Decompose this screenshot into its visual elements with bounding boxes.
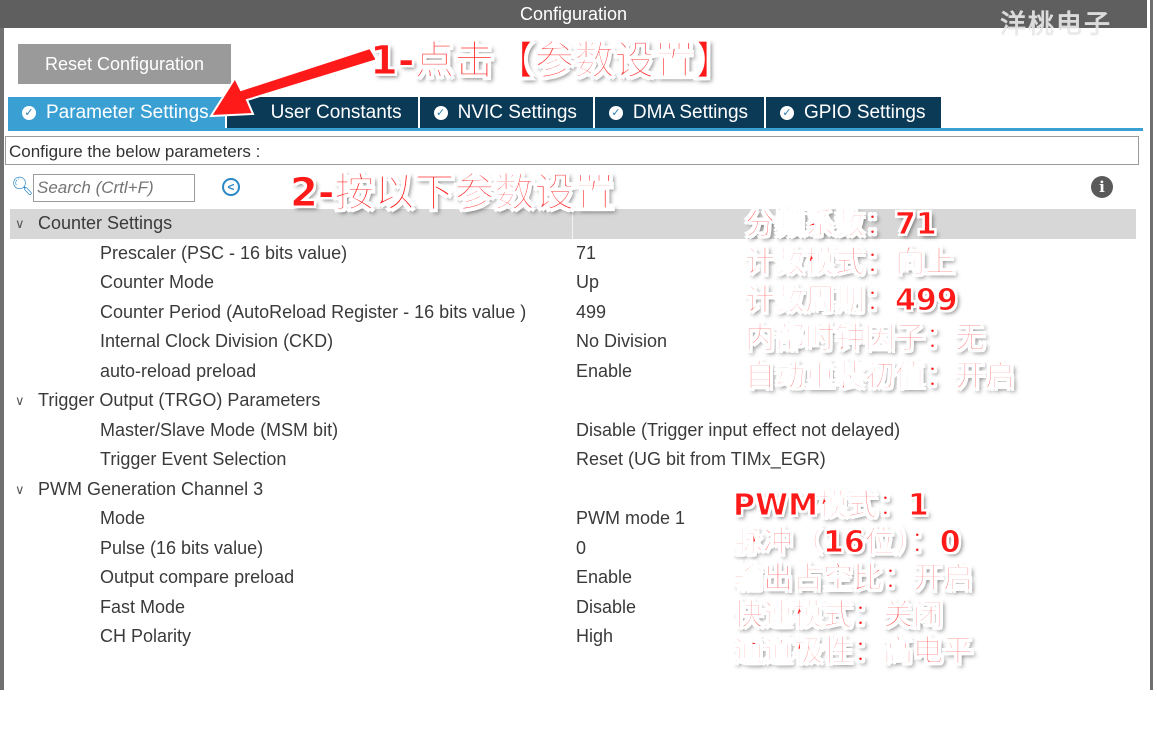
param-value[interactable]: Up <box>576 268 599 298</box>
param-value[interactable]: Enable <box>576 563 632 593</box>
param-value[interactable]: Disable <box>576 593 636 623</box>
param-name: Internal Clock Division (CKD) <box>100 331 334 351</box>
param-value[interactable]: Reset (UG bit from TIMx_EGR) <box>576 445 826 475</box>
watermark: 洋桃电子 <box>1000 10 1113 40</box>
param-name: auto-reload preload <box>100 360 257 381</box>
param-name: Output compare preload <box>100 567 295 587</box>
param-name: Trigger Event Selection <box>100 449 287 469</box>
group-title: Trigger Output (TRGO) Parameters <box>38 390 321 410</box>
group-title: Counter Settings <box>38 213 173 233</box>
param-row[interactable]: Trigger Event Selection Reset (UG bit fr… <box>10 445 1136 475</box>
annotation-pwm-notes: PWM模式：1 脉冲（16位）：0 输出占空比：开启 快速模式：关闭 通道极性：… <box>733 488 974 671</box>
annotation-line: PWM模式：1 <box>733 488 930 524</box>
annotation-line: 分频系数：71 <box>745 207 938 243</box>
annotation-line: 自动重装初值：开启 <box>745 359 1016 395</box>
reset-configuration-button[interactable]: Reset Configuration <box>18 44 231 84</box>
param-value[interactable]: Disable (Trigger input effect not delaye… <box>576 416 900 446</box>
param-name: Pulse (16 bits value) <box>100 537 264 558</box>
tab-label: NVIC Settings <box>457 102 577 123</box>
window-border <box>0 28 4 690</box>
param-name: CH Polarity <box>100 626 192 646</box>
param-name: Counter Mode <box>100 272 215 292</box>
param-value[interactable]: No Division <box>576 327 667 357</box>
annotation-line: 快速模式：关闭 <box>733 597 944 633</box>
param-value[interactable]: High <box>576 622 613 652</box>
annotation-step-1: 1-点击【参数设置】 <box>369 38 735 85</box>
annotation-line: 计数周期：499 <box>745 283 959 319</box>
tab-dma-settings[interactable]: ✓ DMA Settings <box>594 97 765 129</box>
annotation-line: 通道极性：高电平 <box>733 634 974 670</box>
tab-nvic-settings[interactable]: ✓ NVIC Settings <box>419 97 593 129</box>
annotation-step-2: 2-按以下参数设置 <box>289 170 615 217</box>
annotation-line: 输出占空比：开启 <box>733 561 974 597</box>
check-circle-icon: ✓ <box>22 106 36 120</box>
window-title: Configuration <box>0 0 1147 28</box>
search-icon: 🔍︎ <box>11 176 34 196</box>
param-row[interactable]: Master/Slave Mode (MSM bit) Disable (Tri… <box>10 416 1136 446</box>
group-title: PWM Generation Channel 3 <box>38 478 264 499</box>
param-name: Mode <box>100 508 146 528</box>
check-circle-icon: ✓ <box>608 106 623 120</box>
chevron-down-icon[interactable]: ∨ <box>15 475 25 505</box>
search-input[interactable] <box>33 174 195 202</box>
tab-label: DMA Settings <box>632 102 749 123</box>
chevron-down-icon[interactable]: ∨ <box>15 209 25 239</box>
check-circle-icon: ✓ <box>433 106 448 120</box>
chevron-down-icon[interactable]: ∨ <box>15 386 25 416</box>
tab-label: Parameter Settings <box>46 102 209 123</box>
param-name: Master/Slave Mode (MSM bit) <box>100 419 339 440</box>
arrow-pointer-icon <box>209 46 375 118</box>
annotation-counter-notes: 分频系数：71 计数模式：向上 计数周期：499 内部时钟因子：无 自动重装初值… <box>745 206 1016 396</box>
info-icon[interactable]: i <box>1091 176 1113 198</box>
param-name: Counter Period (AutoReload Register - 16… <box>100 301 527 322</box>
tab-label: GPIO Settings <box>804 102 926 123</box>
tab-parameter-settings[interactable]: ✓ Parameter Settings <box>8 97 225 129</box>
tab-gpio-settings[interactable]: ✓ GPIO Settings <box>766 97 942 129</box>
navigate-back-icon[interactable]: < <box>222 178 240 196</box>
param-value[interactable]: PWM mode 1 <box>576 504 685 534</box>
annotation-line: 内部时钟因子：无 <box>745 321 986 357</box>
param-name: Prescaler (PSC - 16 bits value) <box>100 242 348 263</box>
param-name: Fast Mode <box>100 596 186 617</box>
param-value[interactable]: Enable <box>576 357 632 387</box>
annotation-line: 计数模式：向上 <box>745 245 956 281</box>
check-circle-icon: ✓ <box>780 106 795 120</box>
param-value[interactable]: 0 <box>576 534 586 564</box>
tab-underline <box>8 128 1143 131</box>
param-value[interactable]: 71 <box>576 239 596 269</box>
param-value[interactable]: 499 <box>576 298 606 328</box>
tab-bar: ✓ Parameter Settings User Constants ✓ NV… <box>8 97 943 129</box>
annotation-line: 脉冲（16位）：0 <box>733 524 962 560</box>
